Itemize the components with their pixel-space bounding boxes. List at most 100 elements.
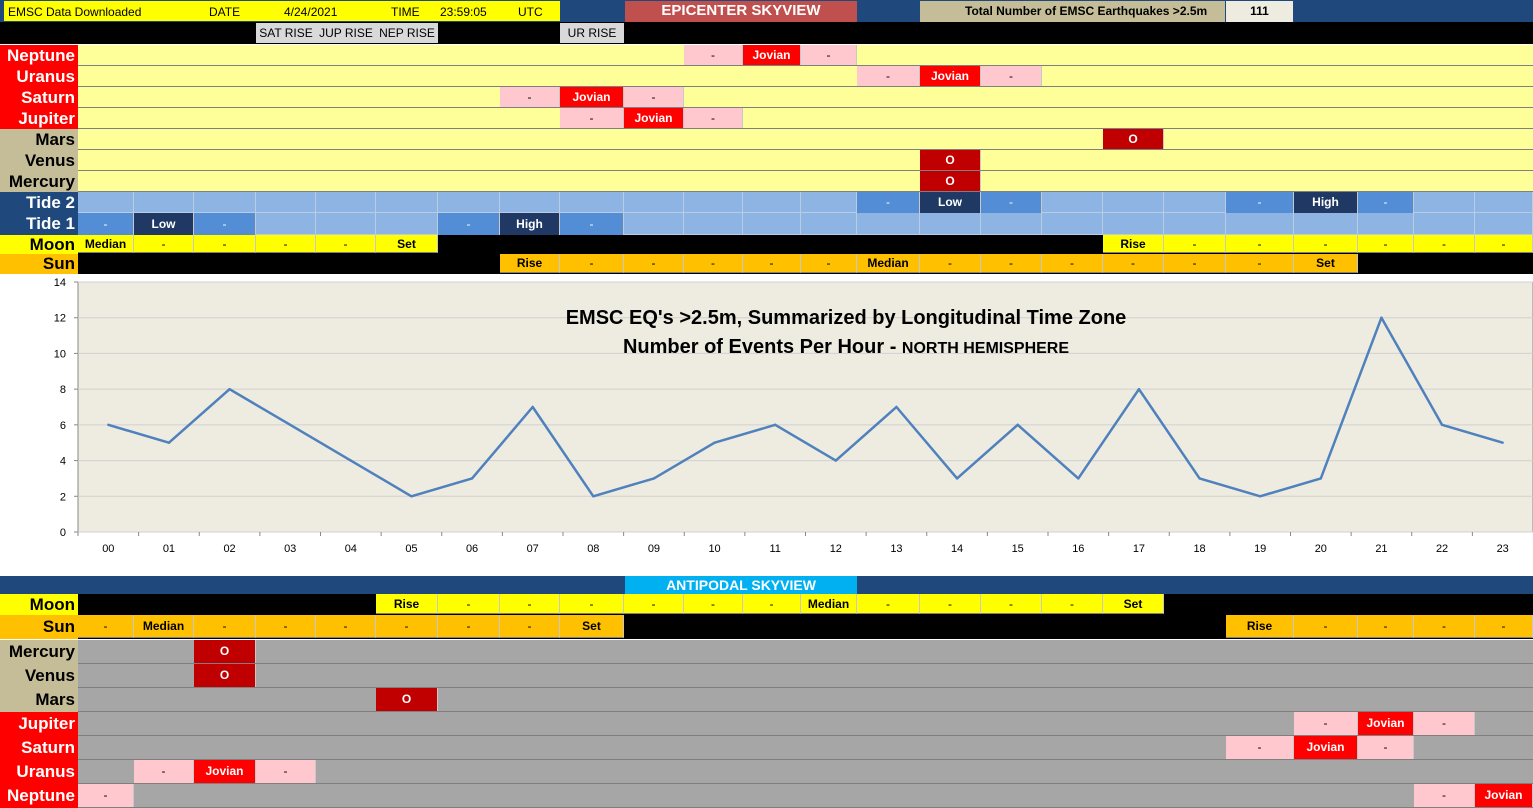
tide-cell: - — [1358, 192, 1414, 213]
epicenter-band-mercury — [78, 171, 1533, 192]
moon-epicenter-cell: - — [1475, 235, 1533, 253]
epicenter-band-saturn — [78, 87, 1533, 108]
antipodal-cell: - — [1226, 736, 1294, 759]
sun-antipodal-cell: - — [1358, 615, 1414, 638]
epicenter-cell: - — [560, 108, 624, 128]
sun-epicenter-cell: - — [684, 254, 743, 273]
sun-antipodal-cell: - — [500, 615, 560, 638]
x-tick-label: 16 — [1072, 543, 1084, 555]
chart-subtitle: Number of Events Per Hour - NORTH HEMISP… — [623, 336, 1069, 358]
chart-subtitle-sub: NORTH HEMISPHERE — [902, 340, 1069, 357]
sun-antipodal-cell: - — [194, 615, 256, 638]
date-label: DATE — [209, 5, 241, 19]
moon-epicenter-cell: - — [316, 235, 376, 253]
tide-empty-cell — [134, 192, 194, 213]
antipodal-cell: - — [1294, 712, 1358, 735]
data-point — [1440, 423, 1444, 427]
moon-antipodal-cell: - — [743, 594, 801, 614]
sun-antipodal-cell: Set — [560, 615, 624, 638]
x-tick-label: 01 — [163, 543, 175, 555]
tide-empty-cell — [1042, 192, 1103, 213]
x-tick-label: 08 — [587, 543, 599, 555]
antipodal-cell: Jovian — [1294, 736, 1358, 759]
sun-epicenter-cell: - — [1164, 254, 1226, 273]
tide-empty-cell — [1226, 213, 1294, 235]
x-tick-label: 18 — [1193, 543, 1205, 555]
antipodal-cell: - — [1414, 712, 1475, 735]
x-tick-label: 20 — [1315, 543, 1327, 555]
moon-epicenter-cell: - — [256, 235, 316, 253]
data-point — [1198, 477, 1201, 480]
x-tick-label: 11 — [769, 543, 780, 555]
x-tick-label: 00 — [102, 543, 114, 555]
x-tick-label: 12 — [830, 543, 842, 555]
epicenter-cell: - — [981, 66, 1042, 86]
total-label: Total Number of EMSC Earthquakes >2.5m — [920, 1, 1225, 22]
tide-cell: Low — [920, 192, 981, 213]
moon-antipodal-cell: - — [560, 594, 624, 614]
data-point — [1077, 477, 1080, 480]
tide-empty-cell — [743, 192, 801, 213]
moon-antipodal-label: Moon — [0, 594, 78, 615]
nep-rise-label: NEP RISE — [376, 23, 438, 43]
antipodal-label-mercury: Mercury — [0, 640, 78, 664]
sun-epicenter-cell: - — [1042, 254, 1103, 273]
moon-epicenter-cell: - — [1414, 235, 1475, 253]
chart-subtitle-main: Number of Events Per Hour - — [623, 336, 902, 358]
tide-empty-cell — [78, 192, 134, 213]
moon-antipodal-cell: Rise — [376, 594, 438, 614]
tide-empty-cell — [256, 213, 316, 235]
data-point — [895, 405, 898, 409]
epicenter-band-jupiter — [78, 108, 1533, 129]
moon-epicenter-cell: - — [134, 235, 194, 253]
antipodal-cell: - — [78, 784, 134, 807]
tide-empty-cell — [1164, 213, 1226, 235]
sun-epicenter-cell: - — [1103, 254, 1164, 273]
sun-antipodal-cell: Rise — [1226, 615, 1294, 638]
sun-antipodal-cell: - — [1294, 615, 1358, 638]
tide-empty-cell — [1414, 213, 1475, 235]
x-tick-label: 19 — [1254, 543, 1266, 555]
data-point — [1319, 477, 1323, 480]
epicenter-band-uranus — [78, 66, 1533, 87]
sun-epicenter-cell: - — [1226, 254, 1294, 273]
epicenter-cell: - — [684, 45, 743, 65]
tide-empty-cell — [801, 192, 857, 213]
tide-empty-cell — [981, 213, 1042, 235]
tide-empty-cell — [256, 192, 316, 213]
epicenter-band-mars — [78, 129, 1533, 150]
sun-epicenter-cell: Rise — [500, 254, 560, 273]
moon-antipodal-cell: - — [920, 594, 981, 614]
antipodal-cell: - — [256, 760, 316, 783]
epicenter-cell: Jovian — [743, 45, 801, 65]
antipodal-band-neptune — [78, 784, 1533, 808]
x-tick-label: 21 — [1375, 543, 1387, 555]
x-tick-label: 13 — [890, 543, 902, 555]
sun-antipodal-label: Sun — [0, 615, 78, 639]
sun-epicenter-cell: Median — [857, 254, 920, 273]
data-point — [288, 423, 292, 427]
tide-cell: - — [438, 213, 500, 235]
data-point — [470, 477, 474, 480]
x-tick-label: 04 — [345, 543, 357, 555]
x-tick-label: 03 — [284, 543, 296, 555]
data-point — [167, 441, 171, 444]
moon-antipodal-cell: - — [981, 594, 1042, 614]
data-point — [834, 459, 838, 462]
antipodal-cell: O — [194, 664, 256, 687]
data-point — [1380, 316, 1383, 319]
data-point — [107, 423, 110, 427]
tide-label: Tide 1 — [0, 213, 78, 235]
x-tick-label: 10 — [708, 543, 720, 555]
moon-antipodal-cell: - — [684, 594, 743, 614]
antipodal-title: ANTIPODAL SKYVIEW — [625, 576, 857, 594]
antipodal-label-venus: Venus — [0, 664, 78, 688]
tide-empty-cell — [316, 192, 376, 213]
sun-epicenter-cell: - — [560, 254, 624, 273]
y-tick-label: 10 — [54, 348, 66, 360]
moon-antipodal-cell: Median — [801, 594, 857, 614]
antipodal-band-mercury — [78, 640, 1533, 664]
y-tick-label: 14 — [54, 277, 66, 289]
tide-empty-cell — [684, 192, 743, 213]
moon-antipodal-cell: - — [1042, 594, 1103, 614]
